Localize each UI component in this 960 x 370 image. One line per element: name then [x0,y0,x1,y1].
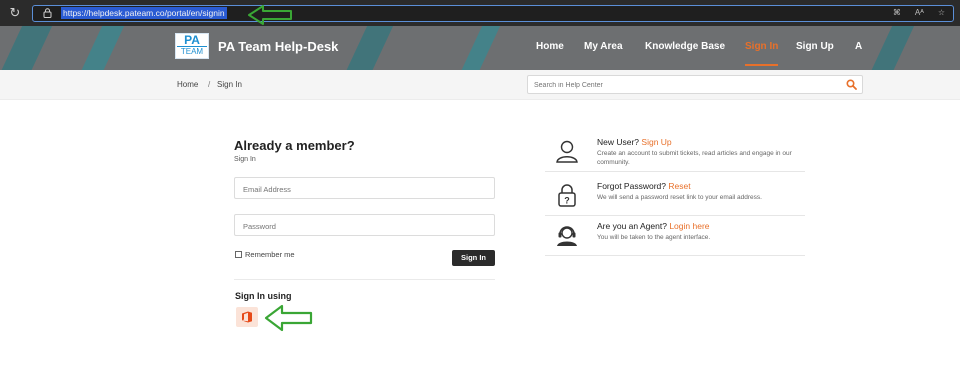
info-title: New User? Sign Up [597,137,672,147]
read-aloud-icon[interactable]: Aᴬ [915,7,924,19]
office365-icon [242,311,252,323]
reload-icon[interactable]: ↻ [8,6,22,20]
annotation-arrow-url [248,5,292,25]
breadcrumb-separator: / [208,80,211,89]
remember-me[interactable]: Remember me [235,250,295,259]
nav-home[interactable]: Home [536,41,564,52]
address-bar-actions: ⌘ Aᴬ ☆ [893,7,945,19]
new-user-title: New User? [597,137,640,147]
breadcrumb-home[interactable]: Home [177,80,198,89]
form-divider [234,279,495,280]
svg-text:?: ? [564,196,570,206]
accessibility-icon[interactable]: A [855,41,862,52]
app-available-icon[interactable]: ⌘ [893,7,901,19]
annotation-arrow-office365 [264,304,313,332]
info-new-user: New User? Sign Up Create an account to s… [545,134,805,172]
address-bar[interactable]: https://helpdesk.pateam.co/portal/en/sig… [32,5,954,22]
sign-up-link[interactable]: Sign Up [641,137,671,147]
nav-sign-in[interactable]: Sign In [745,41,779,66]
lock-icon [43,8,52,18]
brand-title[interactable]: PA Team Help-Desk [218,39,338,54]
breadcrumb-current: Sign In [217,80,242,89]
info-forgot-password: ? Forgot Password? Reset We will send a … [545,178,805,216]
new-user-description: Create an account to submit tickets, rea… [597,150,792,166]
remember-me-label: Remember me [245,250,295,259]
nav-my-area[interactable]: My Area [584,41,623,52]
remember-me-checkbox[interactable] [235,251,242,258]
reset-link[interactable]: Reset [668,181,690,191]
sign-in-button[interactable]: Sign In [452,250,495,266]
favorite-star-icon[interactable]: ☆ [938,7,945,19]
search-input[interactable] [534,79,834,91]
agent-title: Are you an Agent? [597,221,667,231]
form-title: Already a member? [234,138,355,153]
email-input[interactable] [243,183,483,195]
padlock-question-icon: ? [558,184,576,207]
forgot-password-title: Forgot Password? [597,181,666,191]
sign-in-using-label: Sign In using [235,291,292,301]
user-icon [556,140,578,163]
nav-sign-up[interactable]: Sign Up [796,41,834,52]
breadcrumb: Home / Sign In [0,70,960,100]
password-field[interactable] [234,214,495,236]
headset-agent-icon [557,226,577,246]
site-logo[interactable]: PA TEAM [175,33,209,59]
help-center-search[interactable] [527,75,863,94]
office365-login-button[interactable] [236,307,258,327]
form-subtitle: Sign In [234,156,256,163]
info-title: Forgot Password? Reset [597,181,691,191]
email-field[interactable] [234,177,495,199]
info-title: Are you an Agent? Login here [597,221,710,231]
agent-description: You will be taken to the agent interface… [597,234,711,241]
info-agent: Are you an Agent? Login here You will be… [545,218,805,256]
site-header: PA TEAM PA Team Help-Desk Home My Area K… [0,26,960,70]
forgot-password-description: We will send a password reset link to yo… [597,194,762,201]
url-text[interactable]: https://helpdesk.pateam.co/portal/en/sig… [61,7,227,19]
logo-team-text: TEAM [177,46,207,57]
login-here-link[interactable]: Login here [669,221,709,231]
search-icon[interactable] [846,79,857,90]
browser-toolbar: ↻ https://helpdesk.pateam.co/portal/en/s… [0,0,960,26]
nav-knowledge-base[interactable]: Knowledge Base [645,41,725,52]
password-input[interactable] [243,220,483,232]
